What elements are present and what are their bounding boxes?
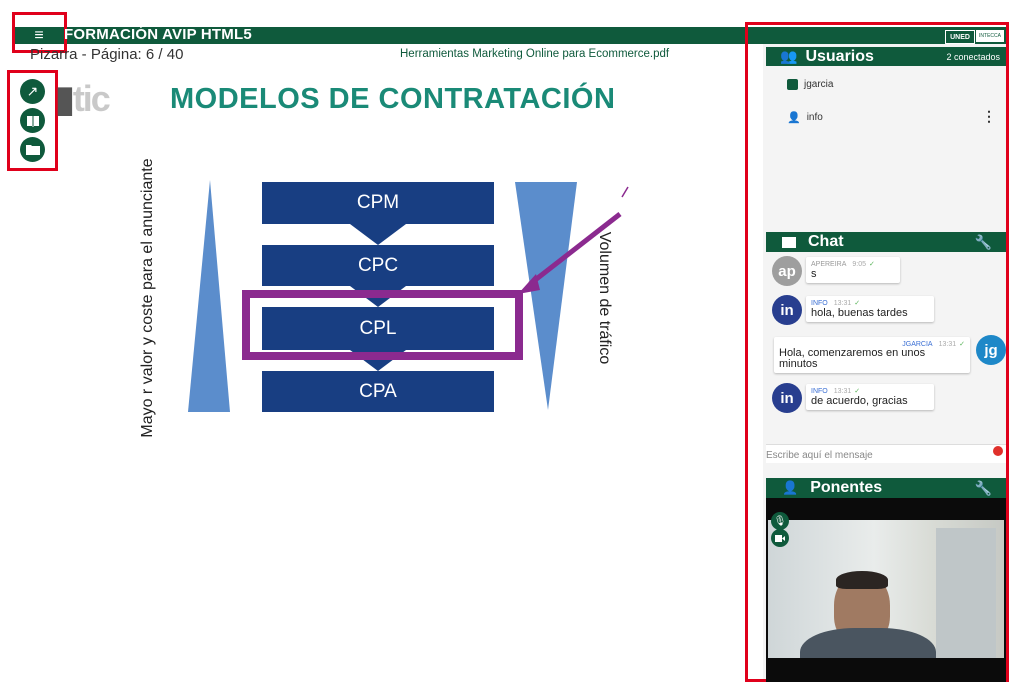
chat-input[interactable]: Escribe aquí el mensaje — [766, 444, 1006, 463]
wrench-icon[interactable]: 🔧 — [975, 234, 992, 251]
microphone-icon[interactable]: 🎙 — [771, 512, 789, 530]
left-triangle — [188, 180, 230, 412]
users-header: 👥 Usuarios 2 conectados — [766, 47, 1006, 66]
chat-message: APEREIRA 9:05 ✓ s — [806, 257, 900, 283]
user-name: jgarcia — [804, 79, 834, 90]
speakers-header: 👤 Ponentes 🔧 — [766, 478, 1006, 498]
message-text: hola, buenas tardes — [811, 307, 908, 319]
person-icon: 👤 — [782, 480, 799, 495]
message-text: Hola, comenzaremos en unos minutos — [779, 347, 926, 370]
users-count: 2 conectados — [946, 51, 1000, 62]
avatar: in — [772, 295, 802, 325]
right-triangle — [515, 182, 577, 410]
person-icon: 👤 — [787, 112, 801, 124]
chat-input-placeholder: Escribe aquí el mensaje — [766, 450, 873, 461]
cpc-box: CPC — [262, 245, 494, 286]
message-text: s — [811, 268, 817, 280]
chat-message: INFO 13:31 ✓ hola, buenas tardes — [806, 296, 934, 322]
chat-icon — [782, 236, 796, 248]
camera-icon[interactable] — [771, 529, 789, 547]
cpa-box: CPA — [262, 371, 494, 412]
users-title: Usuarios — [805, 47, 874, 65]
chat-message: INFO 13:31 ✓ de acuerdo, gracias — [806, 384, 934, 410]
avatar: ap — [772, 256, 802, 286]
wrench-icon[interactable]: 🔧 — [975, 480, 992, 497]
avatar: in — [772, 383, 802, 413]
user-badge-icon — [787, 79, 798, 90]
user-options-icon[interactable]: ⋮ — [982, 108, 996, 125]
avatar: jg — [976, 335, 1006, 365]
chat-header: Chat 🔧 — [766, 232, 1006, 252]
cpm-box: CPM — [262, 182, 494, 224]
user-name: info — [806, 112, 823, 123]
speaker-video[interactable] — [766, 498, 1006, 682]
down-arrow — [350, 224, 406, 245]
pointer-tick — [621, 186, 629, 198]
speakers-title: Ponentes — [810, 479, 883, 496]
chat-title: Chat — [808, 233, 844, 250]
send-icon[interactable] — [993, 446, 1003, 456]
user-item[interactable]: 👤 info — [787, 111, 823, 124]
user-item[interactable]: jgarcia — [787, 79, 833, 90]
right-axis-label: Volumen de tráfico — [596, 231, 613, 365]
left-axis-label: Mayo r valor y coste para el anunciante — [139, 158, 156, 438]
message-text: de acuerdo, gracias — [811, 395, 908, 407]
chat-message: JGARCIA 13:31 ✓ Hola, comenzaremos en unos… — [774, 337, 970, 373]
users-group-icon: 👥 — [780, 48, 798, 64]
cpl-box: CPL — [262, 307, 494, 350]
